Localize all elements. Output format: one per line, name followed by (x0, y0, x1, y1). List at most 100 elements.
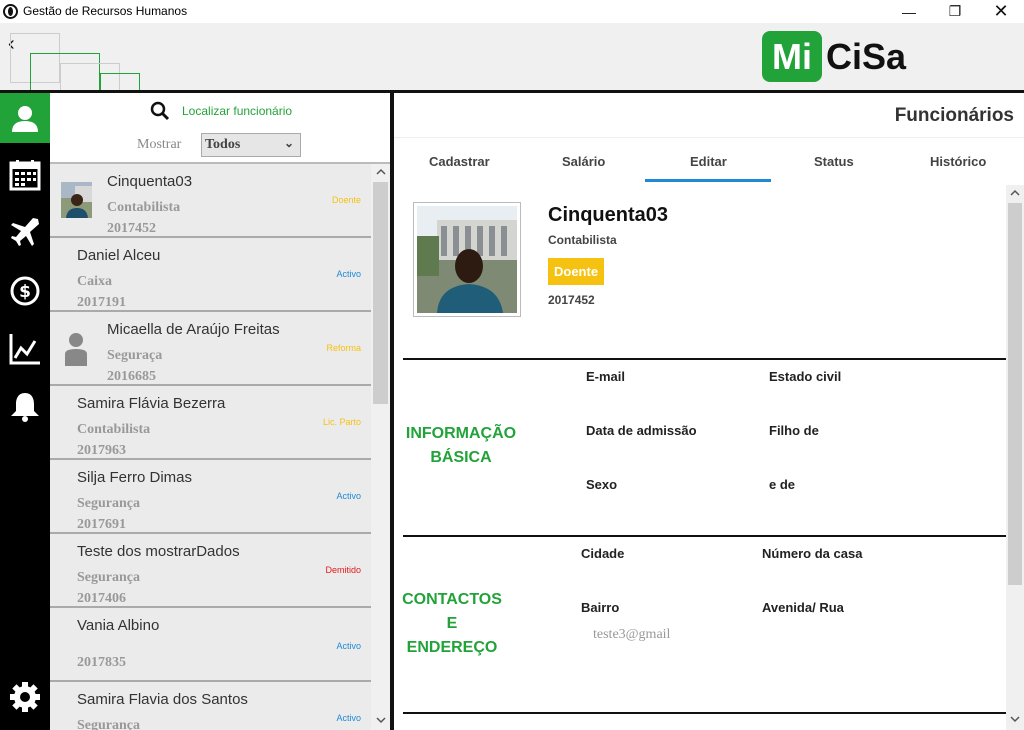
active-tab-indicator (645, 179, 771, 182)
micisa-logo: Mi CiSa (762, 31, 906, 82)
city-label: Cidade (581, 546, 625, 561)
email-label: E-mail (586, 369, 626, 384)
status-badge: Activo (336, 269, 361, 279)
employee-role: Seguraça (107, 348, 163, 363)
tab-historico[interactable]: Histórico (930, 154, 986, 169)
nav-statistics[interactable] (0, 324, 50, 374)
show-filter-select[interactable]: Todos ⌄ (201, 133, 301, 157)
employee-name: Cinquenta03 (107, 173, 193, 190)
employee-photo (61, 182, 92, 218)
airplane-icon (11, 218, 39, 246)
section-divider (403, 535, 1006, 537)
employee-name: Daniel Alceu (77, 247, 161, 264)
search-label[interactable]: Localizar funcionário (182, 104, 292, 118)
app-icon (3, 4, 18, 19)
maximize-button[interactable]: ❐ (932, 0, 978, 23)
contacts-heading-line3: ENDEREÇO (406, 639, 498, 656)
dollar-icon: $ (10, 276, 40, 306)
list-item[interactable]: Samira Flavia dos Santos Segurança Activ… (50, 682, 371, 730)
father-label: Filho de (769, 423, 819, 438)
nav-salary[interactable]: $ (0, 266, 50, 316)
basic-heading-line1: INFORMAÇÃO (405, 425, 517, 442)
show-filter-value: Todos (205, 137, 241, 152)
list-item[interactable]: Vania Albino 2017835 Activo (50, 608, 371, 682)
list-item[interactable]: Teste dos mostrarDados Segurança 2017406… (50, 534, 371, 608)
status-badge: Reforma (326, 343, 361, 353)
status-badge: Lic. Parto (322, 417, 361, 427)
profile-photo (413, 202, 521, 317)
employee-role: Contabilista (107, 200, 181, 215)
employee-number: 2017452 (107, 221, 156, 236)
list-item[interactable]: Samira Flávia Bezerra Contabilista 20179… (50, 386, 371, 460)
basic-heading-line2: BÁSICA (430, 449, 492, 466)
nav-calendar[interactable] (0, 150, 50, 200)
employee-role: Contabilista (77, 422, 151, 437)
scroll-down-icon[interactable] (376, 716, 386, 724)
left-navigation: $ (0, 93, 50, 730)
employee-name: Samira Flavia dos Santos (77, 691, 248, 708)
employee-number: 2017691 (77, 517, 126, 532)
list-scrollbar[interactable] (371, 164, 390, 730)
section-divider (403, 712, 1006, 714)
logo-cisa: CiSa (826, 35, 907, 77)
decorative-frame (100, 73, 140, 91)
employee-number: 2017191 (77, 295, 126, 310)
email-value: teste3@gmail (593, 627, 671, 642)
list-item[interactable]: Daniel Alceu Caixa 2017191 Activo (50, 238, 371, 312)
tab-cadastrar[interactable]: Cadastrar (429, 154, 490, 169)
list-item[interactable]: Silja Ferro Dimas Segurança 2017691 Acti… (50, 460, 371, 534)
scrollbar-thumb[interactable] (373, 182, 388, 404)
scroll-up-icon[interactable] (376, 168, 386, 176)
scroll-up-icon[interactable] (1010, 189, 1020, 197)
line-chart-icon (9, 334, 40, 365)
admission-date-label: Data de admissão (586, 423, 697, 438)
employee-role: Segurança (77, 496, 140, 511)
minimize-button[interactable]: — (886, 0, 932, 23)
calendar-icon (9, 160, 41, 191)
nav-travel[interactable] (0, 207, 50, 257)
app-header: ‹ Mi CiSa (0, 23, 1024, 91)
employee-name: Silja Ferro Dimas (77, 469, 193, 486)
logo-mi: Mi (762, 31, 822, 82)
nav-notifications[interactable] (0, 382, 50, 432)
status-badge: Activo (336, 641, 361, 651)
list-item[interactable]: Micaella de Araújo Freitas Seguraça 2016… (50, 312, 371, 386)
contacts-heading-line1: CONTACTOS (402, 591, 502, 608)
tab-editar[interactable]: Editar (690, 154, 727, 169)
list-item[interactable]: Cinquenta03 Contabilista 2017452 Doente (50, 164, 371, 238)
employee-role: Segurança (77, 570, 140, 585)
user-icon (12, 106, 38, 132)
profile-number: 2017452 (548, 293, 595, 307)
main-scrollbar[interactable] (1006, 185, 1024, 730)
employee-name: Vania Albino (77, 617, 160, 634)
main-content: Funcionários Cadastrar Salário Editar St… (394, 93, 1024, 730)
profile-status-badge: Doente (548, 258, 605, 285)
employee-name: Samira Flávia Bezerra (77, 395, 226, 412)
employee-number: 2016685 (107, 369, 156, 384)
district-label: Bairro (581, 600, 620, 615)
tab-salario[interactable]: Salário (562, 154, 605, 169)
status-badge: Doente (331, 195, 361, 205)
avatar-placeholder-icon (63, 330, 89, 366)
search-employee[interactable]: Localizar funcionário (150, 101, 292, 121)
svg-text:$: $ (19, 282, 31, 302)
title-bar: Gestão de Recursos Humanos — ❐ ✕ (0, 0, 1024, 23)
window-title: Gestão de Recursos Humanos (23, 4, 188, 18)
employee-name: Micaella de Araújo Freitas (107, 321, 280, 338)
employee-number: 2017406 (77, 591, 126, 606)
employee-role: Caixa (77, 274, 112, 289)
employee-role: Segurança (77, 718, 140, 730)
chevron-down-icon: ⌄ (283, 136, 294, 150)
nav-settings[interactable] (0, 672, 50, 722)
employee-name: Teste dos mostrarDados (77, 543, 240, 560)
close-button[interactable]: ✕ (978, 0, 1024, 23)
status-badge: Activo (336, 491, 361, 501)
profile-role: Contabilista (548, 233, 617, 247)
scroll-down-icon[interactable] (1010, 715, 1020, 723)
tab-status[interactable]: Status (814, 154, 854, 169)
scrollbar-thumb[interactable] (1008, 203, 1022, 585)
employee-number: 2017963 (77, 443, 126, 458)
street-label: Avenida/ Rua (762, 600, 844, 615)
nav-employees[interactable] (0, 93, 50, 143)
profile-name: Cinquenta03 (548, 204, 669, 226)
